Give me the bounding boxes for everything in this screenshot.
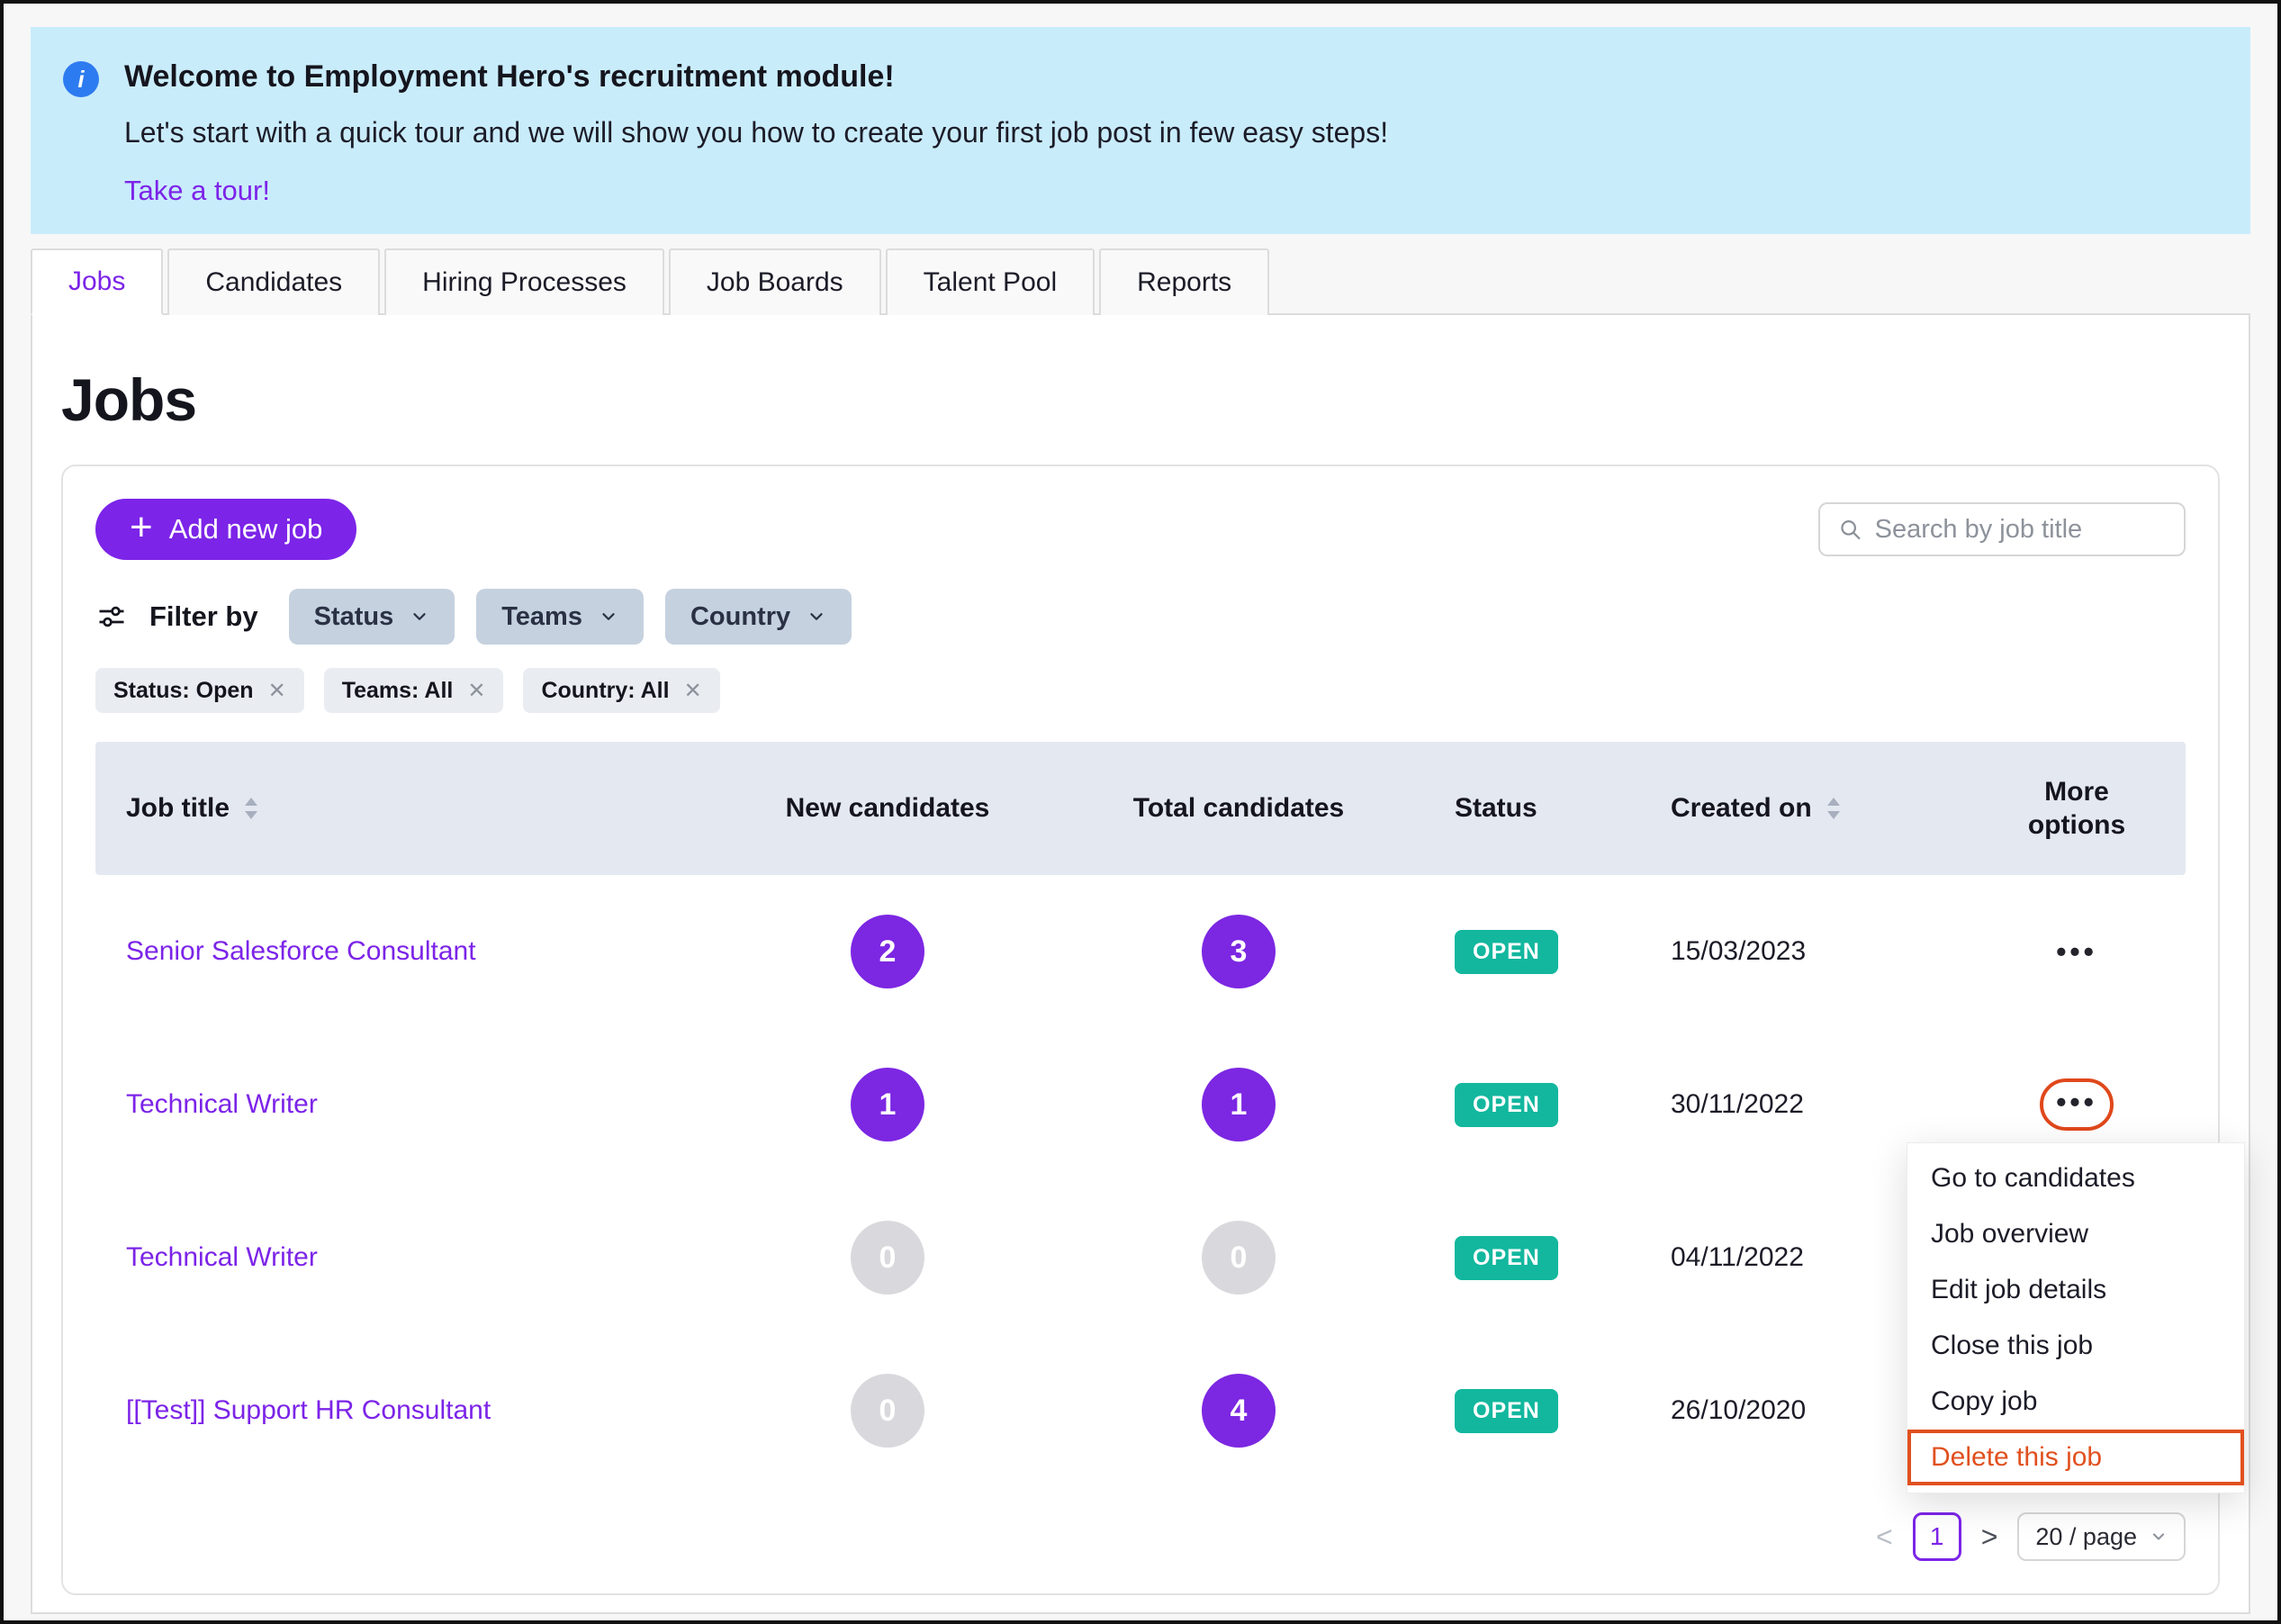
new-candidates-count[interactable]: 0	[851, 1221, 924, 1295]
table-row: Technical Writer 1 1 OPEN 30/11/2022 •••…	[95, 1028, 2186, 1181]
table-row: Senior Salesforce Consultant 2 3 OPEN 15…	[95, 875, 2186, 1028]
chevron-down-icon	[410, 607, 429, 627]
table-header: Job title New candidates Total candidate…	[95, 742, 2186, 875]
filter-chip-teams-label: Teams: All	[342, 678, 454, 704]
chevron-down-icon	[2150, 1528, 2168, 1546]
tab-talent-pool[interactable]: Talent Pool	[886, 248, 1095, 315]
new-candidates-header: New candidates	[726, 793, 1050, 824]
banner-text: Welcome to Employment Hero's recruitment…	[124, 59, 1388, 207]
pagination: < 1 > 20 / page	[95, 1512, 2186, 1561]
status-badge: OPEN	[1455, 930, 1558, 974]
status-filter-label: Status	[314, 602, 394, 632]
main-tabs: Jobs Candidates Hiring Processes Job Boa…	[31, 248, 2250, 313]
menu-item-delete-this-job[interactable]: Delete this job	[1907, 1430, 2244, 1485]
created-on-header-label: Created on	[1671, 793, 1812, 824]
total-candidates-count[interactable]: 4	[1202, 1374, 1276, 1448]
remove-filter-icon[interactable]: ✕	[467, 678, 485, 704]
next-page-button[interactable]: >	[1981, 1520, 1998, 1554]
menu-item-close-this-job[interactable]: Close this job	[1907, 1318, 2244, 1374]
page-title: Jobs	[61, 365, 2220, 434]
filter-chip-country-label: Country: All	[541, 678, 669, 704]
filter-chip-country[interactable]: Country: All ✕	[523, 668, 719, 713]
toolbar: + Add new job	[95, 499, 2186, 560]
created-on-header[interactable]: Created on	[1644, 793, 1968, 824]
status-header: Status	[1428, 793, 1644, 824]
filter-by-label: Filter by	[149, 600, 258, 633]
add-new-job-button[interactable]: + Add new job	[95, 499, 356, 560]
teams-filter-dropdown[interactable]: Teams	[476, 589, 644, 645]
more-options-header: More options	[1968, 775, 2186, 843]
teams-filter-label: Teams	[501, 602, 582, 632]
menu-item-edit-job-details[interactable]: Edit job details	[1907, 1262, 2244, 1318]
menu-item-job-overview[interactable]: Job overview	[1907, 1206, 2244, 1262]
country-filter-label: Country	[690, 602, 790, 632]
welcome-banner: i Welcome to Employment Hero's recruitme…	[31, 27, 2250, 234]
jobs-panel: Jobs + Add new job	[31, 313, 2250, 1614]
search-box[interactable]	[1818, 502, 2186, 556]
new-candidates-count[interactable]: 2	[851, 915, 924, 988]
chevron-down-icon	[807, 607, 826, 627]
status-badge: OPEN	[1455, 1389, 1558, 1433]
new-candidates-count[interactable]: 1	[851, 1068, 924, 1141]
chevron-down-icon	[599, 607, 618, 627]
context-menu: Go to candidates Job overview Edit job d…	[1907, 1142, 2245, 1493]
remove-filter-icon[interactable]: ✕	[684, 678, 702, 704]
filter-chip-teams[interactable]: Teams: All ✕	[324, 668, 504, 713]
more-options-button[interactable]: •••	[2040, 1078, 2114, 1131]
filter-row: Filter by Status Teams Country	[95, 589, 2186, 645]
status-header-label: Status	[1455, 793, 1537, 824]
total-candidates-count[interactable]: 1	[1202, 1068, 1276, 1141]
info-icon: i	[63, 61, 99, 97]
table-row: Technical Writer 0 0 OPEN 04/11/2022 •••	[95, 1181, 2186, 1334]
tab-reports[interactable]: Reports	[1099, 248, 1269, 315]
app-frame: i Welcome to Employment Hero's recruitme…	[0, 0, 2281, 1624]
filter-chip-status[interactable]: Status: Open ✕	[95, 668, 304, 713]
plus-icon: +	[130, 508, 153, 547]
remove-filter-icon[interactable]: ✕	[268, 678, 286, 704]
jobs-card: + Add new job	[61, 465, 2220, 1595]
active-filter-chips: Status: Open ✕ Teams: All ✕ Country: All…	[95, 668, 2186, 713]
created-on-date: 15/03/2023	[1644, 936, 1968, 967]
more-options-header-label: More options	[2018, 775, 2135, 843]
status-badge: OPEN	[1455, 1083, 1558, 1127]
job-title-link[interactable]: [[Test]] Support HR Consultant	[95, 1395, 491, 1425]
sort-icon[interactable]	[242, 795, 260, 822]
tab-hiring-processes[interactable]: Hiring Processes	[384, 248, 664, 315]
tab-jobs[interactable]: Jobs	[31, 248, 163, 315]
page-size-select[interactable]: 20 / page	[2017, 1512, 2186, 1561]
job-title-link[interactable]: Senior Salesforce Consultant	[95, 936, 476, 966]
take-a-tour-link[interactable]: Take a tour!	[124, 175, 270, 207]
tab-job-boards[interactable]: Job Boards	[669, 248, 881, 315]
status-badge: OPEN	[1455, 1236, 1558, 1280]
total-candidates-count[interactable]: 0	[1202, 1221, 1276, 1295]
job-title-header-label: Job title	[126, 793, 230, 824]
menu-item-copy-job[interactable]: Copy job	[1907, 1374, 2244, 1430]
filter-chip-status-label: Status: Open	[113, 678, 254, 704]
country-filter-dropdown[interactable]: Country	[665, 589, 852, 645]
page-size-value: 20 / page	[2035, 1523, 2137, 1551]
search-icon	[1838, 516, 1862, 543]
banner-subtitle: Let's start with a quick tour and we wil…	[124, 116, 1388, 149]
more-options-button[interactable]: •••	[2056, 937, 2097, 966]
menu-item-go-to-candidates[interactable]: Go to candidates	[1907, 1150, 2244, 1206]
job-title-link[interactable]: Technical Writer	[95, 1089, 318, 1119]
total-candidates-header: Total candidates	[1050, 793, 1428, 824]
current-page-button[interactable]: 1	[1913, 1512, 1961, 1561]
job-title-header[interactable]: Job title	[95, 793, 726, 824]
total-candidates-header-label: Total candidates	[1133, 793, 1345, 824]
job-title-link[interactable]: Technical Writer	[95, 1242, 318, 1272]
search-input[interactable]	[1875, 515, 2166, 545]
new-candidates-header-label: New candidates	[786, 793, 990, 824]
previous-page-button[interactable]: <	[1876, 1520, 1893, 1554]
banner-title: Welcome to Employment Hero's recruitment…	[124, 59, 1388, 95]
tab-candidates[interactable]: Candidates	[167, 248, 380, 315]
created-on-date: 30/11/2022	[1644, 1089, 1968, 1120]
table-row: [[Test]] Support HR Consultant 0 4 OPEN …	[95, 1334, 2186, 1487]
add-new-job-label: Add new job	[169, 513, 323, 546]
new-candidates-count[interactable]: 0	[851, 1374, 924, 1448]
sort-icon[interactable]	[1825, 795, 1843, 822]
filter-icon	[95, 600, 128, 633]
total-candidates-count[interactable]: 3	[1202, 915, 1276, 988]
status-filter-dropdown[interactable]: Status	[289, 589, 455, 645]
